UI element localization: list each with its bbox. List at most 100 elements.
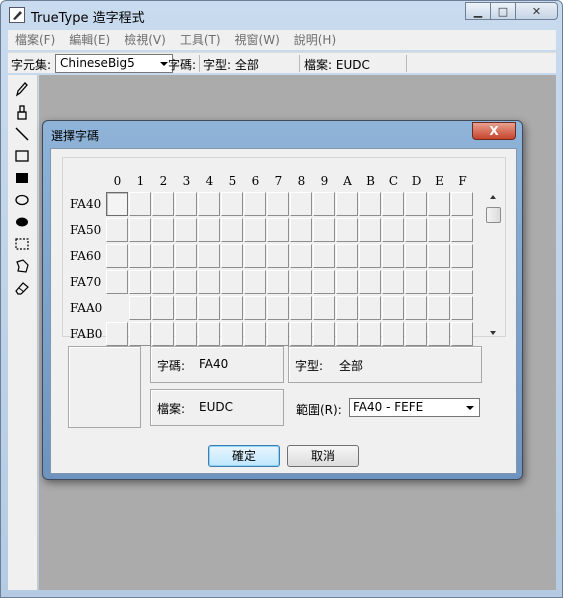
close-button[interactable]: ✕ — [515, 2, 558, 20]
code-cell[interactable] — [152, 192, 174, 216]
code-cell[interactable] — [152, 270, 174, 294]
code-cell[interactable] — [382, 322, 404, 346]
grid-scrollbar[interactable] — [485, 191, 502, 339]
code-cell[interactable] — [198, 296, 220, 320]
filled-ellipse-icon[interactable] — [14, 214, 30, 230]
code-cell[interactable] — [382, 192, 404, 216]
code-cell[interactable] — [405, 218, 427, 242]
line-icon[interactable] — [14, 126, 30, 142]
code-cell[interactable] — [175, 270, 197, 294]
eraser-icon[interactable] — [14, 280, 30, 296]
code-cell[interactable] — [244, 244, 266, 268]
code-cell[interactable] — [382, 244, 404, 268]
code-cell[interactable] — [405, 244, 427, 268]
rectangle-select-icon[interactable] — [14, 236, 30, 252]
code-cell[interactable] — [129, 192, 151, 216]
code-cell[interactable] — [129, 296, 151, 320]
code-cell[interactable] — [428, 218, 450, 242]
code-cell[interactable] — [451, 270, 473, 294]
cancel-button[interactable]: 取消 — [287, 445, 359, 467]
code-cell[interactable] — [267, 296, 289, 320]
code-cell[interactable] — [106, 192, 128, 216]
code-cell[interactable] — [175, 218, 197, 242]
code-cell[interactable] — [359, 296, 381, 320]
charset-dropdown[interactable]: ChineseBig5 — [55, 54, 173, 73]
code-cell[interactable] — [428, 270, 450, 294]
code-cell[interactable] — [451, 192, 473, 216]
minimize-button[interactable]: ▁ — [465, 2, 491, 20]
code-cell[interactable] — [221, 322, 243, 346]
code-cell[interactable] — [175, 296, 197, 320]
pencil-icon[interactable] — [14, 81, 30, 97]
code-cell[interactable] — [129, 270, 151, 294]
code-cell[interactable] — [290, 322, 312, 346]
menu-window[interactable]: 視窗(W) — [228, 30, 287, 50]
code-cell[interactable] — [244, 192, 266, 216]
code-cell[interactable] — [129, 322, 151, 346]
code-cell[interactable] — [428, 244, 450, 268]
title-bar[interactable]: TrueType 造字程式 ▁ □ ✕ — [1, 1, 562, 29]
code-cell[interactable] — [290, 244, 312, 268]
code-cell[interactable] — [451, 244, 473, 268]
code-cell[interactable] — [267, 192, 289, 216]
code-cell[interactable] — [221, 192, 243, 216]
code-cell[interactable] — [267, 218, 289, 242]
code-cell[interactable] — [290, 270, 312, 294]
code-cell[interactable] — [290, 218, 312, 242]
code-cell[interactable] — [106, 218, 128, 242]
code-cell[interactable] — [336, 244, 358, 268]
code-cell[interactable] — [106, 244, 128, 268]
code-cell[interactable] — [405, 296, 427, 320]
code-cell[interactable] — [359, 270, 381, 294]
code-cell[interactable] — [267, 270, 289, 294]
hollow-ellipse-icon[interactable] — [14, 192, 30, 208]
code-cell[interactable] — [129, 244, 151, 268]
code-cell[interactable] — [244, 296, 266, 320]
dialog-close-button[interactable]: X — [472, 122, 516, 140]
code-cell[interactable] — [198, 322, 220, 346]
freeform-select-icon[interactable] — [14, 258, 30, 274]
code-cell[interactable] — [198, 270, 220, 294]
code-cell[interactable] — [336, 296, 358, 320]
code-cell[interactable] — [221, 218, 243, 242]
code-cell[interactable] — [175, 192, 197, 216]
code-cell[interactable] — [336, 270, 358, 294]
scrollbar-thumb[interactable] — [486, 207, 501, 223]
code-cell[interactable] — [244, 218, 266, 242]
code-cell[interactable] — [428, 192, 450, 216]
code-cell[interactable] — [359, 244, 381, 268]
code-cell[interactable] — [221, 296, 243, 320]
code-cell[interactable] — [106, 296, 128, 320]
code-cell[interactable] — [175, 322, 197, 346]
code-cell[interactable] — [175, 244, 197, 268]
code-cell[interactable] — [313, 322, 335, 346]
code-cell[interactable] — [405, 270, 427, 294]
code-cell[interactable] — [152, 244, 174, 268]
code-cell[interactable] — [359, 218, 381, 242]
code-cell[interactable] — [313, 192, 335, 216]
code-cell[interactable] — [313, 296, 335, 320]
maximize-button[interactable]: □ — [490, 2, 516, 20]
code-cell[interactable] — [382, 218, 404, 242]
code-cell[interactable] — [267, 244, 289, 268]
code-cell[interactable] — [198, 192, 220, 216]
brush-icon[interactable] — [14, 104, 30, 120]
code-cell[interactable] — [267, 322, 289, 346]
code-cell[interactable] — [290, 296, 312, 320]
code-cell[interactable] — [359, 192, 381, 216]
code-cell[interactable] — [451, 322, 473, 346]
code-cell[interactable] — [152, 296, 174, 320]
code-cell[interactable] — [221, 270, 243, 294]
code-cell[interactable] — [313, 218, 335, 242]
menu-file[interactable]: 檔案(F) — [8, 30, 62, 50]
menu-tools[interactable]: 工具(T) — [173, 30, 228, 50]
scroll-up-icon[interactable] — [490, 195, 496, 199]
code-cell[interactable] — [198, 244, 220, 268]
code-cell[interactable] — [129, 218, 151, 242]
scroll-down-icon[interactable] — [490, 331, 496, 335]
range-dropdown[interactable]: FA40 - FEFE — [349, 398, 480, 417]
code-cell[interactable] — [106, 270, 128, 294]
code-cell[interactable] — [313, 244, 335, 268]
code-cell[interactable] — [106, 322, 128, 346]
menu-edit[interactable]: 編輯(E) — [62, 30, 117, 50]
